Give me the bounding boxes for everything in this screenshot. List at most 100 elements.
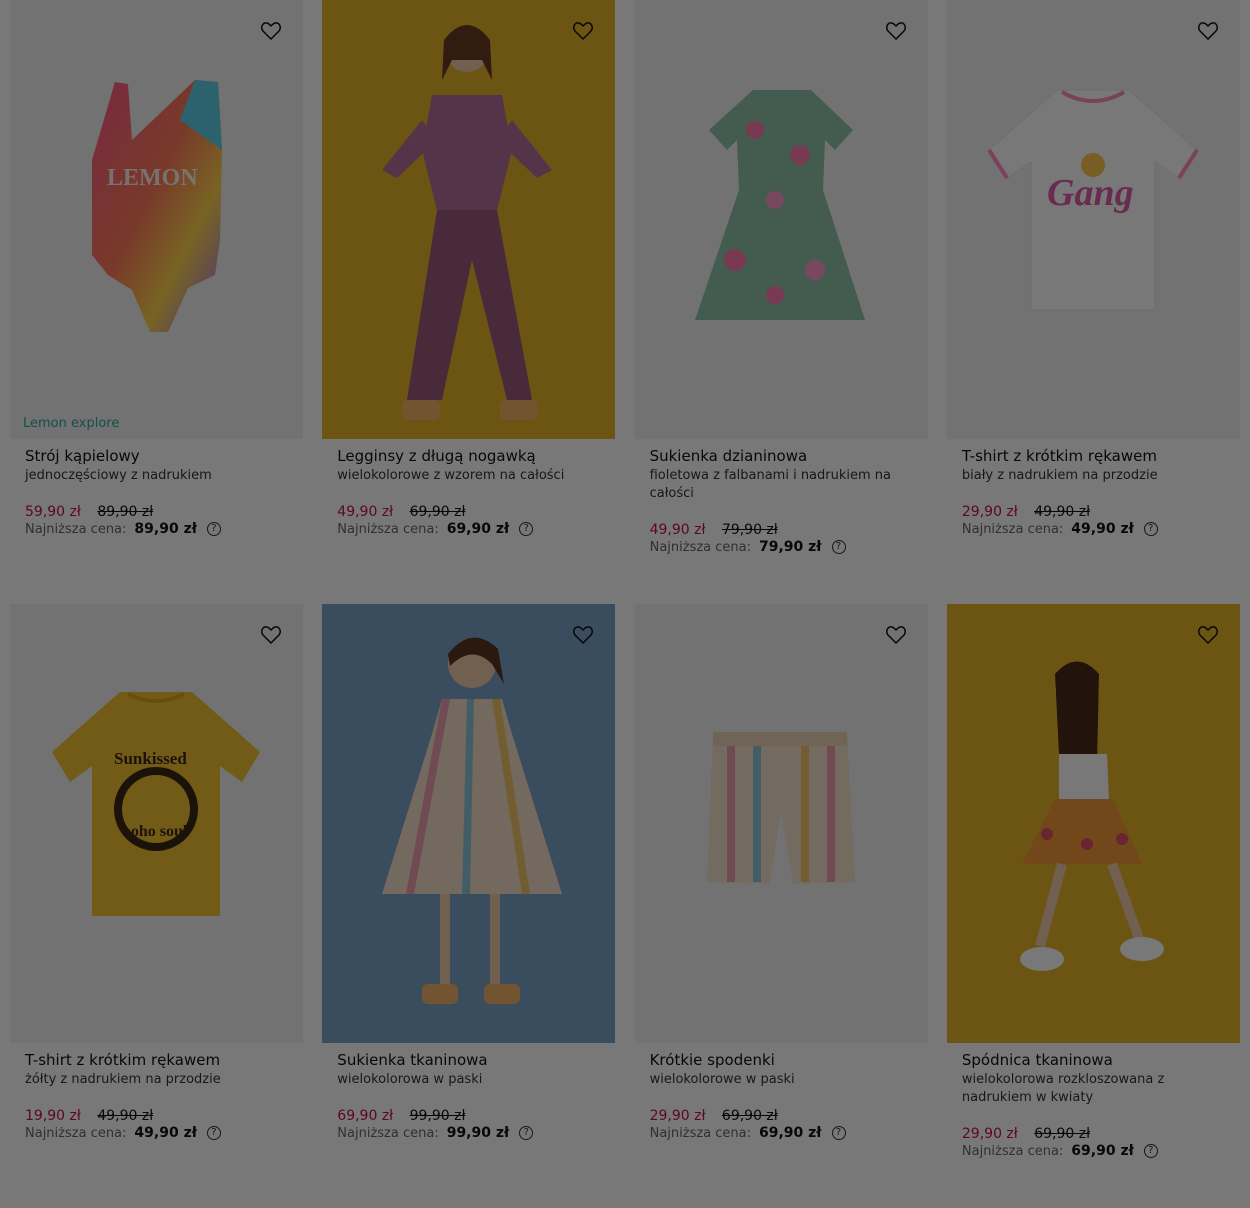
product-card[interactable]: Legginsy z długą nogawką wielokolorowe z… <box>322 0 616 604</box>
product-card[interactable]: Spódnica tkaninowa wielokolorowa rozklos… <box>946 604 1240 1208</box>
price-row: 59,90 zł 89,90 zł <box>25 503 288 521</box>
lowest-price-row: Najniższa cena: 89,90 zł ? <box>25 521 288 537</box>
product-image[interactable] <box>634 0 928 439</box>
question-circle-icon[interactable]: ? <box>206 522 221 536</box>
product-title[interactable]: Sukienka tkaninowa <box>337 1051 600 1070</box>
favorite-heart-icon[interactable] <box>261 22 281 40</box>
price-row: 29,90 zł 69,90 zł <box>962 1125 1225 1143</box>
favorite-heart-icon[interactable] <box>1197 626 1218 644</box>
product-image[interactable] <box>322 604 616 1043</box>
product-subtitle: jednoczęściowy z nadrukiem <box>25 468 212 483</box>
tshirt-print-text: Gang <box>1047 172 1134 214</box>
question-circle-icon[interactable]: ? <box>1143 522 1158 536</box>
product-title[interactable]: Spódnica tkaninowa <box>962 1051 1225 1070</box>
lowest-price-label: Najniższa cena: <box>337 1125 439 1141</box>
product-info: Strój kąpielowy jednoczęściowy z nadruki… <box>10 439 303 537</box>
lowest-price-row: Najniższa cena: 49,90 zł ? <box>25 1125 288 1141</box>
product-title[interactable]: Strój kąpielowy <box>25 447 288 466</box>
white-tshirt-image: Gang <box>987 89 1199 311</box>
product-info: T-shirt z krótkim rękawem biały z nadruk… <box>947 439 1240 537</box>
old-price: 99,90 zł <box>409 1108 466 1124</box>
price-row: 29,90 zł 69,90 zł <box>650 1107 913 1125</box>
old-price: 79,90 zł <box>721 522 778 538</box>
lowest-price-label: Najniższa cena: <box>25 1125 127 1141</box>
question-circle-icon[interactable]: ? <box>519 522 534 536</box>
product-info: Krótkie spodenki wielokolorowe w paski 2… <box>635 1043 928 1141</box>
product-title[interactable]: T-shirt z krótkim rękawem <box>962 447 1225 466</box>
favorite-heart-icon[interactable] <box>261 626 281 644</box>
product-title[interactable]: Legginsy z długą nogawką <box>337 447 600 466</box>
product-card[interactable]: Sunkissed boho soul T-shirt z krótkim rę… <box>10 604 303 1208</box>
tshirt-print-text: Sunkissed <box>114 749 187 768</box>
question-circle-icon[interactable]: ? <box>206 1126 221 1140</box>
question-circle-icon[interactable]: ? <box>519 1126 534 1140</box>
lowest-price-value: 49,90 zł <box>134 1125 197 1141</box>
product-card[interactable]: Sukienka dzianinowa fioletowa z falbanam… <box>634 0 928 604</box>
old-price: 49,90 zł <box>97 1108 154 1124</box>
lowest-price-value: 89,90 zł <box>134 521 197 537</box>
sale-price: 69,90 zł <box>337 1108 394 1124</box>
price-row: 29,90 zł 49,90 zł <box>962 503 1225 521</box>
product-info: Spódnica tkaninowa wielokolorowa rozklos… <box>947 1043 1240 1159</box>
product-card[interactable]: Krótkie spodenki wielokolorowe w paski 2… <box>634 604 928 1208</box>
lowest-price-label: Najniższa cena: <box>961 1143 1064 1159</box>
question-circle-icon[interactable]: ? <box>1143 1144 1158 1158</box>
product-image[interactable] <box>634 604 928 1043</box>
product-subtitle: wielokolorowa w paski <box>337 1072 483 1087</box>
price-row: 49,90 zł 69,90 zł <box>337 503 600 521</box>
product-title[interactable]: Sukienka dzianinowa <box>650 447 913 466</box>
product-title[interactable]: T-shirt z krótkim rękawem <box>25 1051 288 1070</box>
product-info: Legginsy z długą nogawką wielokolorowe z… <box>322 439 615 537</box>
price-row: 69,90 zł 99,90 zł <box>337 1107 600 1125</box>
question-circle-icon[interactable]: ? <box>831 540 846 554</box>
lowest-price-value: 79,90 zł <box>759 539 822 555</box>
price-row: 49,90 zł 79,90 zł <box>650 521 913 539</box>
sale-price: 59,90 zł <box>25 504 81 520</box>
favorite-heart-icon[interactable] <box>573 626 594 644</box>
product-title[interactable]: Krótkie spodenki <box>650 1051 913 1070</box>
sale-price: 49,90 zł <box>337 504 394 520</box>
model-striped-dress-image <box>382 637 563 1004</box>
model-leggings-image <box>382 25 553 420</box>
lowest-price-label: Najniższa cena: <box>961 521 1064 537</box>
lowest-price-row: Najniższa cena: 49,90 zł ? <box>962 521 1225 537</box>
old-price: 89,90 zł <box>97 504 154 520</box>
favorite-heart-icon[interactable] <box>573 22 594 40</box>
sale-price: 29,90 zł <box>961 504 1018 520</box>
product-info: T-shirt z krótkim rękawem żółty z nadruk… <box>10 1043 303 1141</box>
lowest-price-row: Najniższa cena: 69,90 zł ? <box>962 1143 1225 1159</box>
striped-shorts-image <box>706 732 855 884</box>
old-price: 69,90 zł <box>409 504 466 520</box>
product-subtitle: wielokolorowa rozkloszowana z nadrukiem … <box>961 1072 1165 1105</box>
model-skirt-image <box>1019 661 1164 971</box>
product-image[interactable] <box>322 0 616 439</box>
question-circle-icon[interactable]: ? <box>831 1126 846 1140</box>
product-info: Sukienka tkaninowa wielokolorowa w paski… <box>322 1043 615 1141</box>
sale-price: 29,90 zł <box>649 1108 706 1124</box>
product-info: Sukienka dzianinowa fioletowa z falbanam… <box>635 439 928 555</box>
favorite-heart-icon[interactable] <box>1197 22 1218 40</box>
favorite-heart-icon[interactable] <box>885 22 906 40</box>
product-image[interactable]: Sunkissed boho soul <box>10 604 303 1043</box>
product-image[interactable]: Gang <box>946 0 1240 439</box>
brand-tag[interactable]: Lemon explore <box>23 416 119 431</box>
lowest-price-value: 49,90 zł <box>1071 521 1134 537</box>
product-image[interactable] <box>946 604 1240 1043</box>
favorite-heart-icon[interactable] <box>885 626 906 644</box>
product-card[interactable]: Gang T-shirt z krótkim rękawem biały z n… <box>946 0 1240 604</box>
product-image[interactable]: LEMON Lemon explore <box>10 0 303 439</box>
product-card[interactable]: LEMON Lemon explore Strój kąpielowy jedn… <box>10 0 303 604</box>
product-card[interactable]: Sukienka tkaninowa wielokolorowa w paski… <box>322 604 616 1208</box>
swimsuit-image: LEMON <box>92 80 222 332</box>
old-price: 69,90 zł <box>721 1108 778 1124</box>
old-price: 69,90 zł <box>1034 1126 1091 1142</box>
swimsuit-print-text: LEMON <box>107 165 198 191</box>
tshirt-print-text-2: boho soul <box>122 823 188 840</box>
lowest-price-row: Najniższa cena: 99,90 zł ? <box>337 1125 600 1141</box>
lowest-price-label: Najniższa cena: <box>649 1125 751 1141</box>
lowest-price-value: 69,90 zł <box>759 1125 822 1141</box>
price-row: 19,90 zł 49,90 zł <box>25 1107 288 1125</box>
sale-price: 19,90 zł <box>25 1108 81 1124</box>
product-grid: LEMON Lemon explore Strój kąpielowy jedn… <box>10 0 1240 1208</box>
product-subtitle: fioletowa z falbanami i nadrukiem na cał… <box>649 468 891 501</box>
